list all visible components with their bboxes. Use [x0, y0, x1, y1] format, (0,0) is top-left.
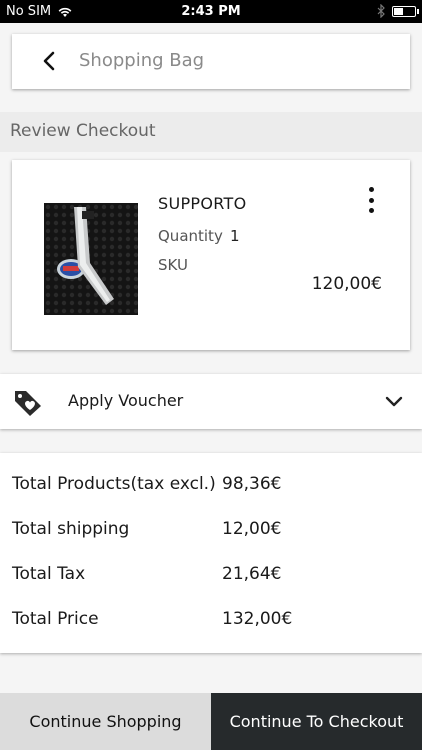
back-button[interactable]: [36, 48, 62, 74]
status-right: [377, 4, 419, 18]
total-price-label: Total Price: [12, 609, 99, 629]
order-summary: Total Products(tax excl.) 98,36€ Total s…: [0, 453, 422, 653]
chevron-down-icon[interactable]: [384, 391, 404, 411]
total-products-value: 98,36€: [222, 474, 282, 494]
section-title: Review Checkout: [10, 121, 156, 141]
continue-to-checkout-button[interactable]: Continue To Checkout: [211, 693, 422, 750]
bottom-actions: Continue Shopping Continue To Checkout: [0, 693, 422, 750]
product-photo: [44, 203, 138, 315]
page-title: Shopping Bag: [79, 50, 205, 71]
total-tax-label: Total Tax: [12, 564, 86, 584]
battery-fill: [394, 7, 403, 15]
header-bar: Shopping Bag: [12, 34, 410, 89]
battery-icon: [392, 5, 419, 17]
chevron-left-icon: [43, 51, 55, 71]
cart-item-card: SUPPORTO Quantity 1 SKU 120,00€: [12, 160, 410, 350]
product-price: 120,00€: [311, 274, 382, 294]
quantity-value: 1: [230, 227, 240, 245]
kebab-dot: [368, 197, 374, 203]
more-vertical-icon[interactable]: [362, 187, 380, 213]
quantity-label: Quantity: [158, 227, 223, 245]
sku-label: SKU: [158, 256, 188, 274]
product-image[interactable]: [44, 203, 138, 315]
kebab-dot: [368, 187, 374, 192]
product-name: SUPPORTO: [158, 194, 247, 213]
bluetooth-icon: [377, 4, 385, 18]
total-tax-value: 21,64€: [222, 564, 282, 584]
total-shipping-label: Total shipping: [12, 519, 130, 539]
continue-shopping-button[interactable]: Continue Shopping: [0, 693, 211, 750]
total-shipping-value: 12,00€: [222, 519, 282, 539]
total-products-label: Total Products(tax excl.): [12, 474, 216, 494]
apply-voucher-label: Apply Voucher: [68, 391, 184, 410]
status-time: 2:43 PM: [181, 4, 241, 19]
status-bar: No SIM 2:43 PM: [0, 0, 422, 23]
kebab-dot: [368, 208, 374, 213]
total-price-value: 132,00€: [222, 609, 293, 629]
tag-heart-icon: [15, 391, 41, 416]
apply-voucher-row[interactable]: Apply Voucher: [0, 374, 422, 429]
